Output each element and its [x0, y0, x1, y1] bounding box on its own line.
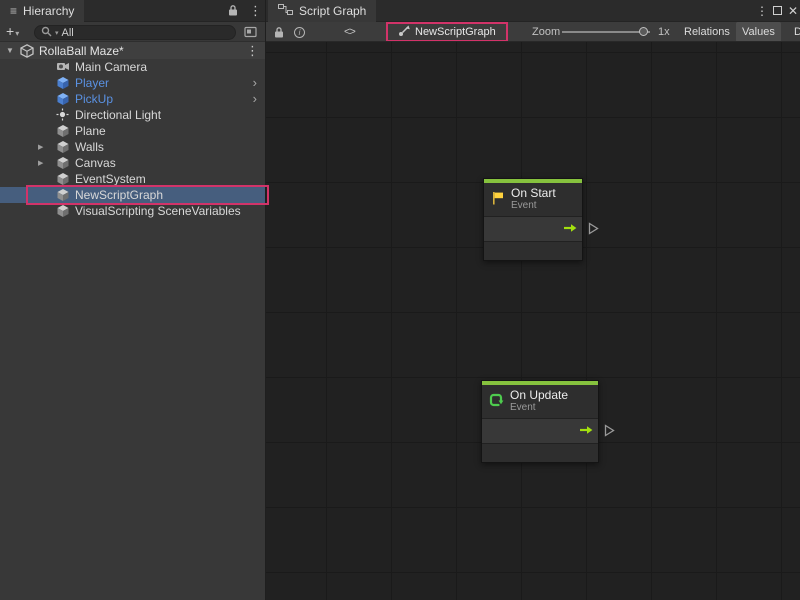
hierarchy-tree: Main Camera Player › PickUp › — [0, 59, 265, 219]
script-graph-panel: Script Graph ⋮ ✕ i <> NewScriptGraph Zoo… — [265, 0, 800, 600]
node-header[interactable]: On Start Event — [484, 183, 582, 216]
hierarchy-row-newscriptgraph[interactable]: NewScriptGraph — [0, 187, 265, 203]
hierarchy-tabbar: ≡ Hierarchy ⋮ — [0, 0, 265, 22]
tab-hierarchy-label: Hierarchy — [23, 4, 74, 18]
hierarchy-row-eventsystem[interactable]: EventSystem — [0, 171, 265, 187]
script-graph-asset-icon — [398, 25, 410, 40]
zoom-value: 1x — [658, 22, 670, 42]
expand-icon[interactable]: ▶ — [38, 159, 43, 167]
hierarchy-row-player[interactable]: Player › — [0, 75, 265, 91]
node-title: On Start — [511, 187, 556, 200]
hierarchy-row-plane[interactable]: Plane — [0, 123, 265, 139]
chevron-right-icon[interactable]: › — [253, 91, 257, 106]
search-window-icon[interactable] — [244, 26, 257, 41]
hierarchy-toolbar: + ▾ ▾ All — [0, 22, 265, 42]
collapse-icon[interactable]: ▼ — [6, 46, 14, 55]
hierarchy-item-label: VisualScripting SceneVariables — [75, 204, 241, 218]
maximize-icon[interactable] — [773, 6, 782, 15]
search-icon — [41, 26, 52, 40]
hierarchy-row-walls[interactable]: ▶ Walls — [0, 139, 265, 155]
camera-icon — [56, 60, 70, 75]
expand-icon[interactable]: ▶ — [38, 143, 43, 151]
kebab-menu-icon[interactable]: ⋮ — [249, 3, 262, 19]
hierarchy-item-label: Directional Light — [75, 108, 161, 122]
lock-icon[interactable] — [228, 4, 238, 20]
control-output-arrow-icon[interactable] — [563, 223, 577, 236]
caret-down-icon: ▾ — [15, 29, 19, 38]
graph-tab-icon — [278, 4, 293, 18]
kebab-menu-icon[interactable]: ⋮ — [756, 4, 768, 18]
relations-button[interactable]: Relations — [678, 22, 736, 42]
node-footer — [484, 242, 582, 260]
hierarchy-item-label: Walls — [75, 140, 104, 154]
hierarchy-item-label: PickUp — [75, 92, 113, 106]
graph-canvas[interactable]: On Start Event — [266, 42, 800, 600]
scene-kebab-icon[interactable]: ⋮ — [246, 43, 259, 59]
hierarchy-item-label: Player — [75, 76, 109, 90]
hierarchy-item-label: Plane — [75, 124, 106, 138]
graph-toolbar: i <> NewScriptGraph Zoom 1x Relations Va… — [266, 22, 800, 42]
cube-icon — [56, 204, 70, 221]
hierarchy-row-scenevariables[interactable]: VisualScripting SceneVariables — [0, 203, 265, 219]
node-subtitle: Event — [511, 200, 556, 211]
node-subtitle: Event — [510, 402, 568, 413]
graph-tabbar: Script Graph ⋮ ✕ — [266, 0, 800, 22]
control-output-arrow-icon[interactable] — [579, 425, 593, 438]
node-on-start[interactable]: On Start Event — [483, 178, 583, 261]
node-port-row[interactable] — [484, 216, 582, 242]
chevron-right-icon[interactable]: › — [253, 75, 257, 90]
zoom-label: Zoom — [532, 22, 560, 42]
port-triangle-icon[interactable] — [588, 222, 599, 238]
close-icon[interactable]: ✕ — [788, 4, 798, 18]
dim-button[interactable]: Di — [788, 22, 800, 42]
node-on-update[interactable]: On Update Event — [481, 380, 599, 463]
hierarchy-row-main-camera[interactable]: Main Camera — [0, 59, 265, 75]
zoom-slider-knob[interactable] — [639, 27, 648, 36]
plus-icon: + — [6, 24, 14, 38]
tab-script-graph[interactable]: Script Graph — [268, 0, 376, 22]
hierarchy-item-label: Main Camera — [75, 60, 147, 74]
node-title: On Update — [510, 389, 568, 402]
tab-script-graph-label: Script Graph — [299, 4, 366, 18]
unity-editor: ≡ Hierarchy ⋮ + ▾ ▾ All — [0, 0, 800, 600]
light-icon — [56, 108, 69, 124]
hierarchy-item-label: NewScriptGraph — [75, 188, 163, 202]
info-icon[interactable]: i — [294, 22, 305, 42]
node-port-row[interactable] — [482, 418, 598, 444]
search-value: All — [62, 27, 74, 39]
values-button[interactable]: Values — [736, 22, 781, 42]
hierarchy-item-label: Canvas — [75, 156, 116, 170]
hierarchy-row-directional-light[interactable]: Directional Light — [0, 107, 265, 123]
search-filter-caret-icon[interactable]: ▾ — [55, 29, 59, 37]
scene-header-row[interactable]: ▼ RollaBall Maze* ⋮ — [0, 42, 265, 59]
lock-icon[interactable] — [274, 22, 284, 42]
annotation-box-graph-name[interactable]: NewScriptGraph — [386, 22, 508, 42]
hierarchy-row-canvas[interactable]: ▶ Canvas — [0, 155, 265, 171]
port-triangle-icon[interactable] — [604, 424, 615, 440]
menu-icon[interactable]: ≡ — [10, 4, 17, 18]
node-header[interactable]: On Update Event — [482, 385, 598, 418]
scene-name: RollaBall Maze* — [39, 44, 124, 58]
tab-hierarchy[interactable]: ≡ Hierarchy — [0, 0, 84, 22]
create-object-button[interactable]: + ▾ — [6, 24, 19, 38]
zoom-slider[interactable] — [562, 31, 650, 33]
node-footer — [482, 444, 598, 462]
graph-name-label: NewScriptGraph — [415, 26, 496, 38]
hierarchy-item-label: EventSystem — [75, 172, 146, 186]
flag-icon — [490, 190, 505, 209]
code-view-icon[interactable]: <> — [344, 22, 355, 42]
hierarchy-row-pickup[interactable]: PickUp › — [0, 91, 265, 107]
loop-icon — [488, 392, 504, 411]
hierarchy-panel: ≡ Hierarchy ⋮ + ▾ ▾ All — [0, 0, 265, 600]
hierarchy-search-input[interactable]: ▾ All — [34, 25, 236, 40]
